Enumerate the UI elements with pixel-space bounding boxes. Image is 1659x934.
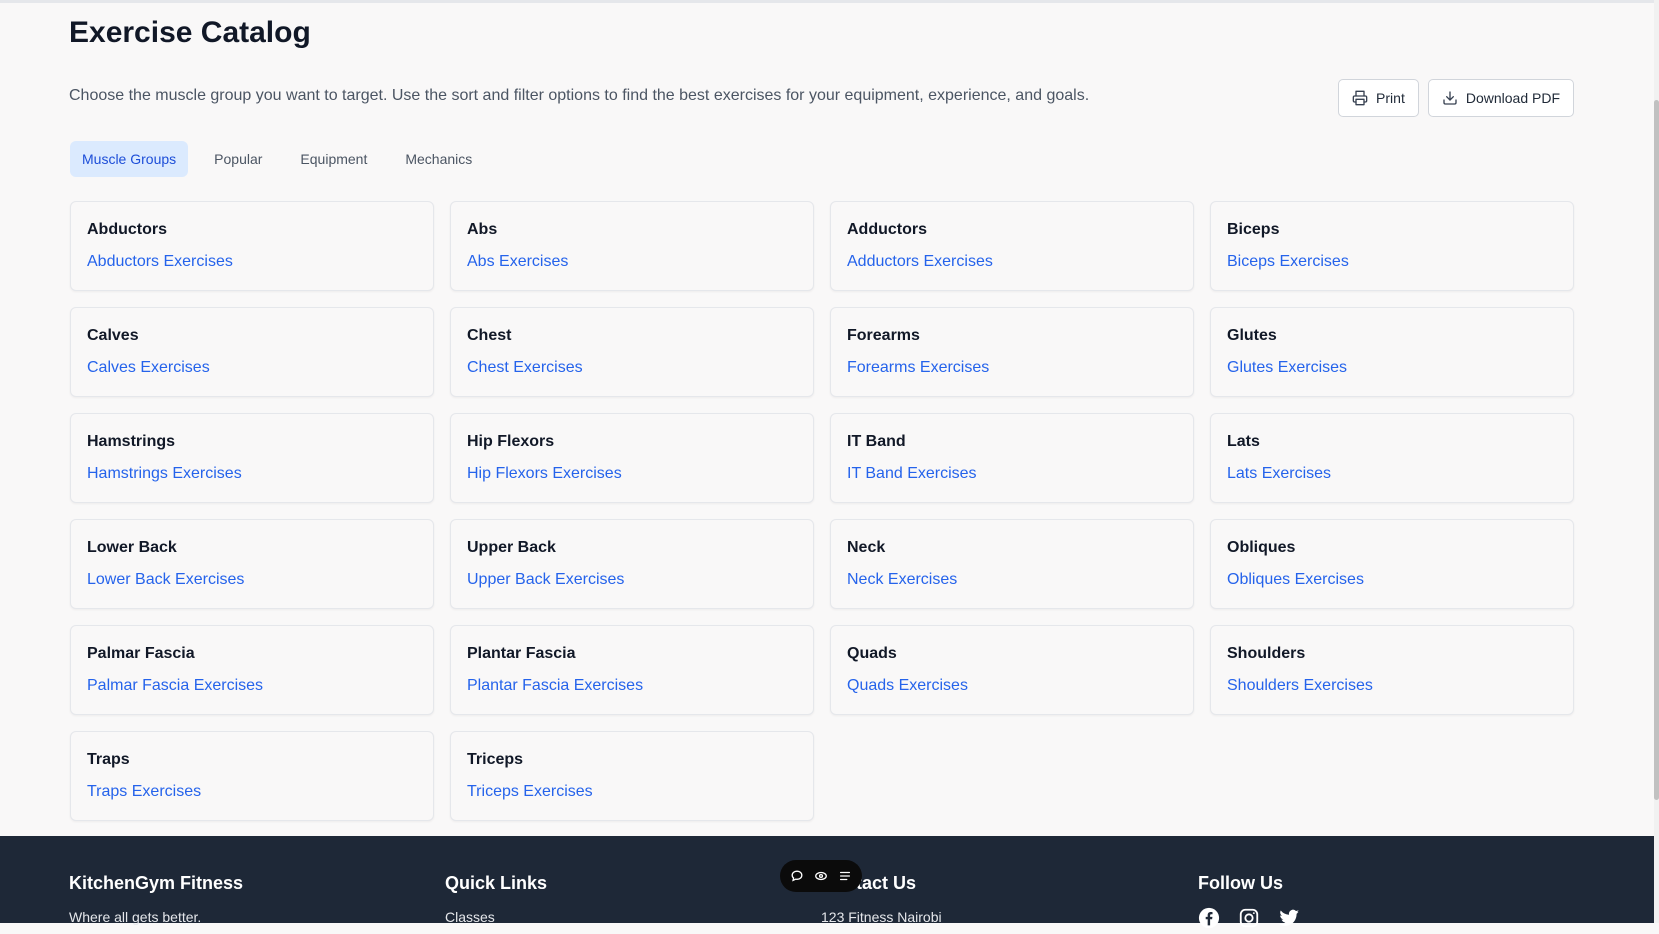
scrollbar-thumb[interactable] xyxy=(1654,100,1659,800)
muscle-group-link[interactable]: Obliques Exercises xyxy=(1227,571,1364,589)
muscle-group-title: Lower Back xyxy=(87,539,177,556)
eye-toggle-icon[interactable] xyxy=(813,868,829,884)
muscle-group-grid: Abductors Abductors Exercises Abs Abs Exer… xyxy=(70,201,1574,821)
tab-equipment[interactable]: Equipment xyxy=(288,141,379,177)
footer-quick-links-title: Quick Links xyxy=(445,873,548,893)
muscle-group-link[interactable]: Lats Exercises xyxy=(1227,465,1331,483)
muscle-group-title: Obliques xyxy=(1227,539,1296,556)
printer-icon xyxy=(1352,90,1368,106)
muscle-group-title: Lats xyxy=(1227,433,1260,450)
muscle-group-link[interactable]: Lower Back Exercises xyxy=(87,571,244,589)
muscle-group-card: Neck Neck Exercises xyxy=(830,519,1194,609)
muscle-group-title: Chest xyxy=(467,327,512,344)
muscle-group-title: Adductors xyxy=(847,221,927,238)
muscle-group-link[interactable]: Upper Back Exercises xyxy=(467,571,624,589)
muscle-group-card: Triceps Triceps Exercises xyxy=(450,731,814,821)
download-pdf-label: Download PDF xyxy=(1465,90,1560,106)
muscle-group-link[interactable]: Plantar Fascia Exercises xyxy=(467,677,643,695)
download-icon xyxy=(1443,91,1457,105)
floating-toolbar xyxy=(780,860,862,892)
muscle-group-card: Hamstrings Hamstrings Exercises xyxy=(70,413,434,503)
muscle-group-link[interactable]: Quads Exercises xyxy=(847,677,968,695)
page-actions: Print Download PDF xyxy=(1338,79,1574,117)
muscle-group-link[interactable]: Shoulders Exercises xyxy=(1227,677,1373,695)
muscle-group-title: Shoulders xyxy=(1227,645,1306,662)
muscle-group-title: Forearms xyxy=(847,327,920,344)
muscle-group-card: Abs Abs Exercises xyxy=(450,201,814,291)
muscle-group-title: Palmar Fascia xyxy=(87,645,195,662)
muscle-group-link[interactable]: Abs Exercises xyxy=(467,253,568,271)
muscle-group-link[interactable]: Glutes Exercises xyxy=(1227,359,1347,377)
muscle-group-card: Palmar Fascia Palmar Fascia Exercises xyxy=(70,625,434,715)
muscle-group-title: Traps xyxy=(87,751,130,768)
muscle-group-link[interactable]: Biceps Exercises xyxy=(1227,253,1349,271)
muscle-group-link[interactable]: Traps Exercises xyxy=(87,783,201,801)
muscle-group-card: Lower Back Lower Back Exercises xyxy=(70,519,434,609)
muscle-group-link[interactable]: Hamstrings Exercises xyxy=(87,465,242,483)
muscle-group-title: Hamstrings xyxy=(87,433,176,450)
muscle-group-link[interactable]: Forearms Exercises xyxy=(847,359,989,377)
muscle-group-title: IT Band xyxy=(847,433,906,450)
muscle-group-card: Upper Back Upper Back Exercises xyxy=(450,519,814,609)
tab-mechanics[interactable]: Mechanics xyxy=(393,141,484,177)
muscle-group-title: Calves xyxy=(87,327,139,344)
page-intro: Choose the muscle group you want to targ… xyxy=(69,87,1090,104)
menu-list-icon[interactable] xyxy=(837,868,853,884)
download-pdf-button[interactable]: Download PDF xyxy=(1427,79,1574,117)
tab-popular[interactable]: Popular xyxy=(202,141,274,177)
muscle-group-card: Obliques Obliques Exercises xyxy=(1210,519,1574,609)
muscle-group-link[interactable]: Abductors Exercises xyxy=(87,253,233,271)
muscle-group-card: Forearms Forearms Exercises xyxy=(830,307,1194,397)
muscle-group-card: Adductors Adductors Exercises xyxy=(830,201,1194,291)
social-links xyxy=(1198,907,1300,929)
twitter-icon[interactable] xyxy=(1278,907,1300,929)
muscle-group-card: Calves Calves Exercises xyxy=(70,307,434,397)
footer-brand: KitchenGym Fitness Where all gets better… xyxy=(69,873,243,925)
muscle-group-link[interactable]: Hip Flexors Exercises xyxy=(467,465,622,483)
muscle-group-title: Upper Back xyxy=(467,539,556,556)
muscle-group-title: Hip Flexors xyxy=(467,433,555,450)
muscle-group-title: Biceps xyxy=(1227,221,1280,238)
muscle-group-card: Traps Traps Exercises xyxy=(70,731,434,821)
page-title: Exercise Catalog xyxy=(69,16,311,49)
filter-tabs: Muscle Groups Popular Equipment Mechanic… xyxy=(70,141,484,177)
muscle-group-link[interactable]: Triceps Exercises xyxy=(467,783,593,801)
muscle-group-link[interactable]: Calves Exercises xyxy=(87,359,210,377)
muscle-group-card: Plantar Fascia Plantar Fascia Exercises xyxy=(450,625,814,715)
footer-follow: Follow Us xyxy=(1198,873,1300,929)
muscle-group-card: Abductors Abductors Exercises xyxy=(70,201,434,291)
footer-quick-links: Quick Links Classes xyxy=(445,873,547,925)
muscle-group-title: Neck xyxy=(847,539,886,556)
footer-brand-title: KitchenGym Fitness xyxy=(69,873,244,893)
muscle-group-link[interactable]: Neck Exercises xyxy=(847,571,957,589)
tab-muscle-groups[interactable]: Muscle Groups xyxy=(70,141,189,177)
instagram-icon[interactable] xyxy=(1238,907,1260,929)
muscle-group-title: Quads xyxy=(847,645,897,662)
muscle-group-title: Triceps xyxy=(467,751,524,768)
muscle-group-link[interactable]: Palmar Fascia Exercises xyxy=(87,677,263,695)
print-label: Print xyxy=(1376,90,1405,106)
chat-bubble-icon[interactable] xyxy=(789,868,805,884)
muscle-group-title: Abs xyxy=(467,221,498,238)
footer-follow-title: Follow Us xyxy=(1198,873,1283,893)
muscle-group-title: Plantar Fascia xyxy=(467,645,576,662)
facebook-icon[interactable] xyxy=(1198,907,1220,929)
muscle-group-card: Lats Lats Exercises xyxy=(1210,413,1574,503)
muscle-group-card: Chest Chest Exercises xyxy=(450,307,814,397)
muscle-group-card: Shoulders Shoulders Exercises xyxy=(1210,625,1574,715)
muscle-group-card: IT Band IT Band Exercises xyxy=(830,413,1194,503)
muscle-group-card: Glutes Glutes Exercises xyxy=(1210,307,1574,397)
muscle-group-card: Hip Flexors Hip Flexors Exercises xyxy=(450,413,814,503)
muscle-group-link[interactable]: IT Band Exercises xyxy=(847,465,977,483)
top-divider xyxy=(0,0,1654,3)
muscle-group-card: Quads Quads Exercises xyxy=(830,625,1194,715)
muscle-group-card: Biceps Biceps Exercises xyxy=(1210,201,1574,291)
muscle-group-link[interactable]: Adductors Exercises xyxy=(847,253,993,271)
muscle-group-title: Abductors xyxy=(87,221,167,238)
print-button[interactable]: Print xyxy=(1338,79,1419,117)
muscle-group-link[interactable]: Chest Exercises xyxy=(467,359,583,377)
muscle-group-title: Glutes xyxy=(1227,327,1277,344)
